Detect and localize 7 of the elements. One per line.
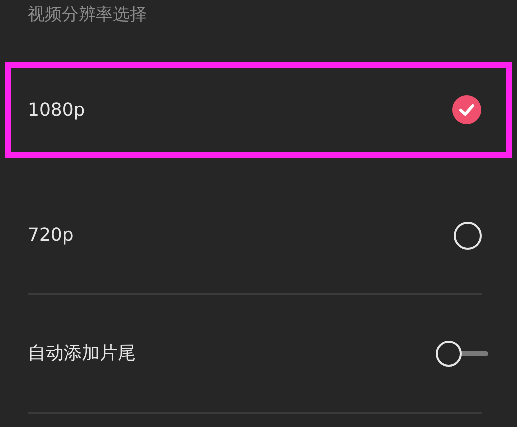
- option-label: 自动添加片尾: [28, 342, 136, 366]
- option-label: 720p: [28, 224, 74, 248]
- option-label: 1080p: [28, 98, 86, 122]
- toggle-switch[interactable]: [435, 340, 489, 368]
- section-title: 视频分辨率选择: [28, 5, 147, 25]
- check-icon[interactable]: [452, 95, 482, 125]
- radio-button[interactable]: [453, 220, 483, 250]
